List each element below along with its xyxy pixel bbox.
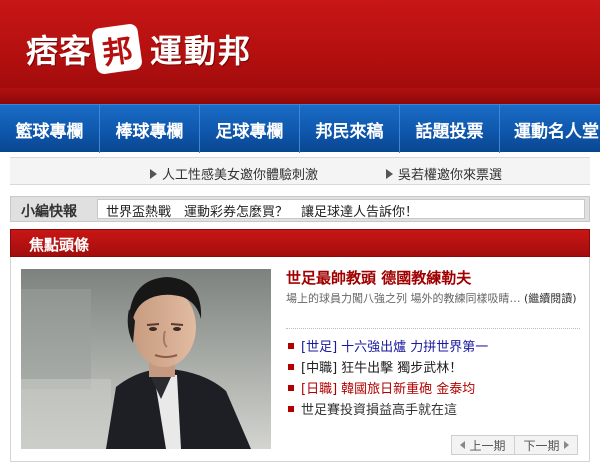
- quick-news-label: 小編快報: [21, 204, 77, 220]
- chevron-right-icon: [563, 441, 569, 449]
- nav-item-football[interactable]: 足球專欄: [200, 105, 300, 153]
- nav-item-reader-posts[interactable]: 邦民來稿: [300, 105, 400, 153]
- bullet-icon: [288, 363, 294, 370]
- promo-bar: 人工性感美女邀你體驗刺激 吳若權邀你來票選: [10, 157, 590, 185]
- bullet-icon: [288, 405, 294, 412]
- headline-title[interactable]: 世足最帥教頭 德國教練勒夫: [286, 267, 581, 288]
- focus-section-header: 焦點頭條: [10, 229, 590, 257]
- read-more-link[interactable]: (繼續閱讀): [524, 292, 577, 305]
- item-text: 韓國旅日新重砲 金泰均: [341, 382, 476, 397]
- nav-item-baseball[interactable]: 棒球專欄: [100, 105, 200, 153]
- nav-item-voting[interactable]: 話題投票: [400, 105, 500, 153]
- item-text: 世足賽投資損益高手就在這: [301, 403, 458, 418]
- next-issue-button[interactable]: 下一期: [514, 436, 577, 454]
- next-issue-label: 下一期: [523, 438, 560, 453]
- list-item[interactable]: [中職] 狂牛出擊 獨步武林！: [286, 356, 584, 377]
- focus-panel: 世足最帥教頭 德國教練勒夫 場上的球員力闖八強之列 場外的教練同樣吸睛… (繼續…: [10, 257, 590, 462]
- coach-photo-image: [21, 269, 271, 449]
- item-text: 十六強出爐 力拼世界第一: [341, 340, 489, 355]
- chevron-left-icon: [460, 441, 466, 449]
- logo-badge: 邦: [91, 23, 143, 75]
- promo-link-2[interactable]: 吳若權邀你來票選: [386, 164, 502, 183]
- logo-text-pixnet: 痞客: [26, 32, 93, 70]
- item-tag: [世足]: [301, 340, 338, 355]
- promo-link-label: 人工性感美女邀你體驗刺激: [162, 168, 319, 183]
- main-nav: 籃球專欄 棒球專欄 足球專欄 邦民來稿 話題投票 運動名人堂: [0, 104, 600, 153]
- bullet-icon: [288, 342, 294, 349]
- pager: 上一期 下一期: [451, 435, 578, 455]
- divider: [286, 328, 580, 329]
- promo-link-label: 吳若權邀你來票選: [398, 168, 503, 183]
- triangle-right-icon: [150, 168, 157, 179]
- header-stripe: [0, 88, 600, 104]
- item-tag: [中職]: [301, 361, 338, 376]
- prev-issue-button[interactable]: 上一期: [452, 436, 514, 454]
- nav-item-basketball[interactable]: 籃球專欄: [0, 105, 100, 153]
- promo-link-1[interactable]: 人工性感美女邀你體驗刺激: [150, 164, 318, 183]
- headline-list: [世足] 十六強出爐 力拼世界第一 [中職] 狂牛出擊 獨步武林！ [日職] 韓…: [286, 335, 584, 419]
- site-logo[interactable]: 痞客 邦 運動邦: [26, 22, 252, 76]
- triangle-right-icon: [386, 168, 393, 179]
- bullet-icon: [288, 384, 294, 391]
- item-tag: [日職]: [301, 382, 338, 397]
- headline-summary: 場上的球員力闖八強之列 場外的教練同樣吸睛… (繼續閱讀): [286, 290, 584, 326]
- headline-photo[interactable]: [21, 269, 271, 449]
- focus-section-title: 焦點頭條: [29, 236, 90, 254]
- list-item[interactable]: [日職] 韓國旅日新重砲 金泰均: [286, 377, 584, 398]
- list-item[interactable]: 世足賽投資損益高手就在這: [286, 398, 584, 419]
- summary-text: 場上的球員力闖八強之列 場外的教練同樣吸睛…: [286, 292, 521, 305]
- logo-text-sports: 運動邦: [150, 32, 253, 70]
- list-item[interactable]: [世足] 十六強出爐 力拼世界第一: [286, 335, 584, 356]
- nav-item-hall-of-fame[interactable]: 運動名人堂: [500, 105, 600, 153]
- item-text: 狂牛出擊 獨步武林！: [341, 361, 463, 376]
- quick-news-ticker[interactable]: 世界盃熱戰 運動彩券怎麼買？ 讓足球達人告訴你！: [97, 199, 585, 220]
- quick-news-bar: 小編快報 世界盃熱戰 運動彩券怎麼買？ 讓足球達人告訴你！: [10, 196, 590, 222]
- site-header: 痞客 邦 運動邦: [0, 0, 600, 104]
- prev-issue-label: 上一期: [469, 438, 506, 453]
